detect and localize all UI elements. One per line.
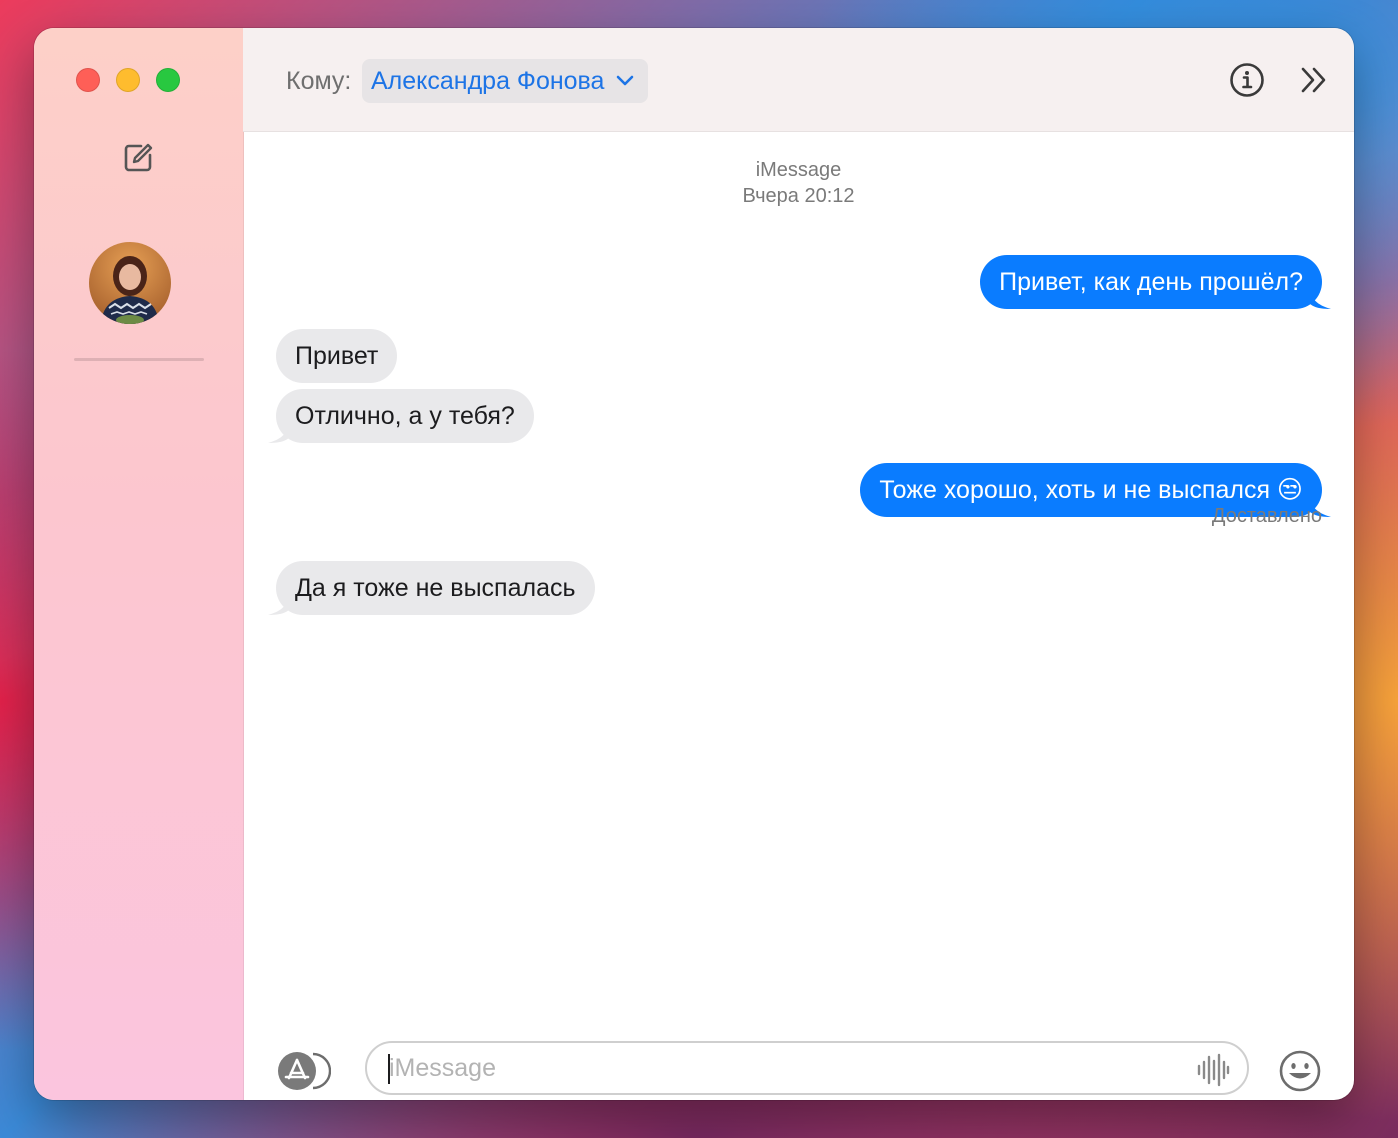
more-toolbar-items-button[interactable] [1298,64,1330,96]
recipient-token[interactable]: Александра Фонова [362,59,649,103]
bubble-tail [268,593,290,615]
bubble-tail [268,421,290,443]
close-window-button[interactable] [76,68,100,92]
app-store-icon [278,1052,332,1090]
incoming-message[interactable]: Привет [276,329,398,383]
to-label: Кому: [286,67,352,95]
sidebar [34,28,244,1100]
new-message-button[interactable] [118,138,158,178]
waveform-icon [1197,1053,1230,1087]
message-field[interactable] [365,1041,1249,1095]
recipient-name: Александра Фонова [371,66,605,95]
incoming-message[interactable]: Да я тоже не выспалась [276,561,595,615]
messages-window: Кому: Александра Фонова iMessage Вчера 2… [34,28,1354,1100]
conversation-avatar[interactable] [89,242,171,324]
emoji-button[interactable] [1278,1049,1322,1093]
info-icon [1230,63,1264,97]
chevrons-right-icon [1301,67,1326,93]
conversation-header: Кому: Александра Фонова [243,28,1354,132]
sidebar-divider [74,358,204,361]
message-transcript: iMessage Вчера 20:12 Привет, как день пр… [243,131,1354,1001]
delivery-status: Доставлено [1211,505,1322,527]
conversation-timestamp: Вчера 20:12 [742,185,855,207]
message-input[interactable] [389,1048,1169,1088]
service-label: iMessage [755,159,842,181]
zoom-window-button[interactable] [156,68,180,92]
record-audio-button[interactable] [1195,1052,1231,1088]
bubble-tail [1309,287,1331,309]
apps-button[interactable] [277,1051,332,1091]
chevron-down-icon [616,75,634,87]
details-button[interactable] [1229,62,1265,98]
emoji-icon [1279,1050,1321,1092]
outgoing-message[interactable]: Привет, как день прошёл? [980,255,1322,309]
compose-icon [124,143,153,172]
contact-avatar [89,242,171,324]
minimize-window-button[interactable] [116,68,140,92]
text-caret [388,1054,390,1084]
incoming-message[interactable]: Отлично, а у тебя? [276,389,534,443]
composer [243,1001,1354,1100]
